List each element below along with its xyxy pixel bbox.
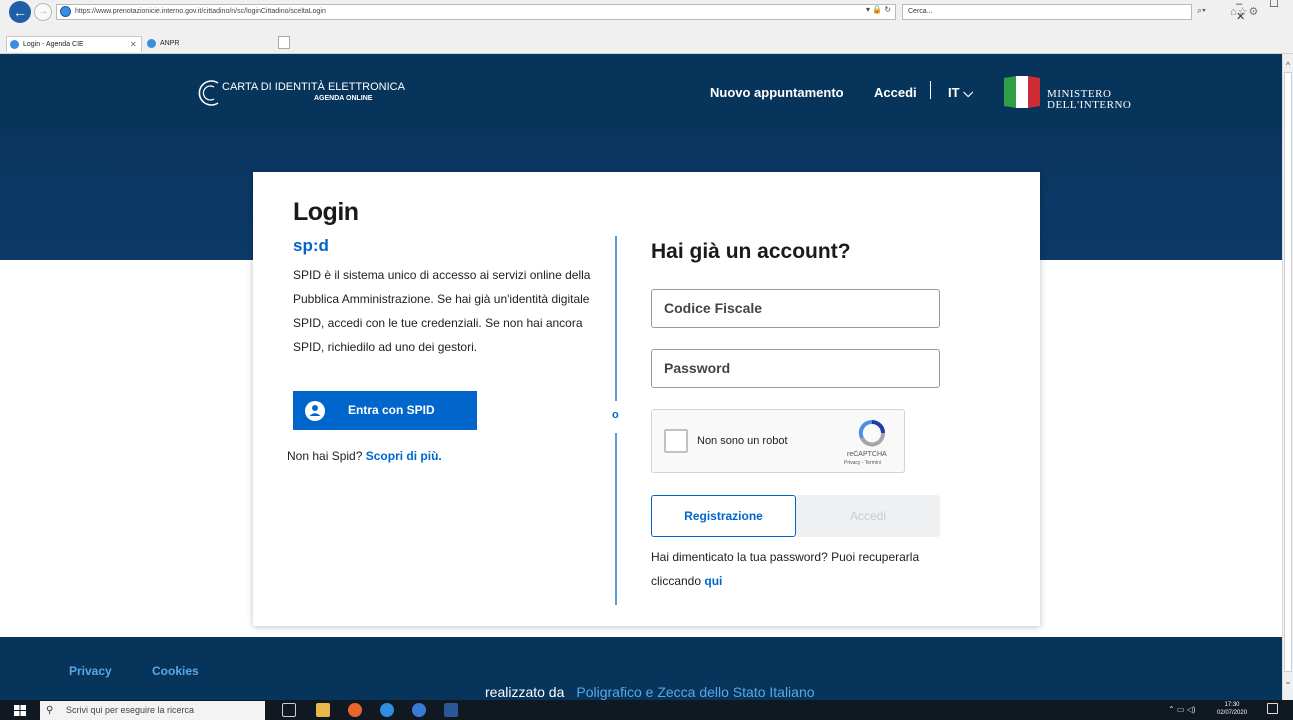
forgot-text: Hai dimenticato la tua password? Puoi re… bbox=[651, 550, 920, 588]
file-explorer-icon[interactable] bbox=[316, 703, 330, 717]
tab-label: Login - Agenda CIE bbox=[23, 41, 84, 48]
ie-icon bbox=[60, 6, 71, 17]
site-footer: Privacy Cookies realizzato da Poligrafico… bbox=[0, 637, 1282, 700]
language-label: IT bbox=[948, 85, 960, 100]
recaptcha-checkbox[interactable] bbox=[664, 429, 688, 453]
firefox-icon[interactable] bbox=[348, 703, 362, 717]
accedi-button[interactable]: Accedi bbox=[796, 495, 940, 537]
clock[interactable]: 17:30 02/07/2020 bbox=[1217, 701, 1247, 717]
cie-logo-icon[interactable] bbox=[192, 79, 224, 107]
system-tray-icons[interactable]: ⌃ ▭ ◁) bbox=[1168, 705, 1196, 714]
browser-search-input[interactable]: Cerca... bbox=[902, 4, 1192, 20]
made-by-text: realizzato da Poligrafico e Zecca dello S… bbox=[485, 684, 815, 700]
no-spid-text: Non hai Spid? Scopri di più. bbox=[287, 449, 442, 463]
ie-icon bbox=[10, 40, 19, 49]
page-title: Login bbox=[293, 198, 359, 226]
password-input[interactable]: Password bbox=[651, 349, 940, 388]
language-selector[interactable]: IT ⌵ bbox=[948, 85, 973, 101]
recover-password-link[interactable]: qui bbox=[704, 574, 722, 588]
taskbar-search-input[interactable]: ⚲ Scrivi qui per eseguire la ricerca bbox=[40, 701, 265, 720]
account-heading: Hai già un account? bbox=[651, 240, 851, 263]
chevron-down-icon: ⌵ bbox=[963, 85, 974, 100]
poligrafico-link[interactable]: Poligrafico e Zecca dello Stato Italiano bbox=[576, 684, 814, 700]
ie-icon bbox=[147, 39, 156, 48]
forgot-password-text: Hai dimenticato la tua password? Puoi re… bbox=[651, 545, 951, 593]
site-header: CARTA DI IDENTITÀ ELETTRONICA AGENDA ONL… bbox=[0, 54, 1282, 129]
clock-time: 17:30 bbox=[1224, 702, 1240, 708]
registrazione-button[interactable]: Registrazione bbox=[651, 495, 796, 537]
back-arrow-icon[interactable]: ← bbox=[9, 1, 31, 23]
new-tab-button[interactable] bbox=[278, 36, 290, 49]
privacy-link[interactable]: Privacy bbox=[69, 664, 112, 678]
spid-description: SPID è il sistema unico di accesso ai se… bbox=[293, 268, 591, 354]
nav-accedi[interactable]: Accedi bbox=[874, 85, 917, 100]
italian-flag-icon bbox=[1004, 76, 1040, 108]
entra-con-spid-button[interactable]: Entra con SPID bbox=[293, 391, 477, 430]
search-icon: ⚲ bbox=[46, 705, 54, 716]
tab-login-agenda[interactable]: Login - Agenda CIE ✕ bbox=[6, 36, 142, 52]
word-icon[interactable] bbox=[444, 703, 458, 717]
tab-anpr[interactable]: ANPR bbox=[144, 36, 274, 52]
nav-nuovo-appuntamento[interactable]: Nuovo appuntamento bbox=[710, 85, 844, 100]
recaptcha-brand: reCAPTCHA bbox=[847, 451, 887, 458]
task-view-icon[interactable] bbox=[282, 703, 296, 717]
tab-label: ANPR bbox=[160, 40, 180, 47]
ministero-line2: DELL'INTERNO bbox=[1047, 99, 1132, 111]
recaptcha-label: Non sono un robot bbox=[697, 435, 788, 447]
divider-label: o bbox=[612, 409, 619, 421]
scroll-down-icon[interactable]: ⌄ bbox=[1283, 676, 1293, 687]
nav-separator bbox=[930, 81, 931, 99]
spid-button-label: Entra con SPID bbox=[348, 403, 435, 417]
notification-icon[interactable] bbox=[1267, 703, 1278, 714]
search-dropdown-icon[interactable]: ⌕▾ bbox=[1197, 5, 1206, 16]
close-icon[interactable]: ✕ bbox=[130, 37, 137, 52]
taskbar-search-placeholder: Scrivi qui per eseguire la ricerca bbox=[66, 705, 195, 715]
no-spid-label: Non hai Spid? bbox=[287, 449, 363, 463]
user-icon bbox=[305, 401, 325, 421]
scroll-up-icon[interactable]: ^ bbox=[1283, 60, 1293, 70]
window-controls[interactable]: – ☐ ✕ bbox=[1236, 0, 1293, 23]
codice-fiscale-input[interactable]: Codice Fiscale bbox=[651, 289, 940, 328]
recaptcha-icon bbox=[858, 419, 885, 447]
address-bar[interactable]: https://www.prenotazionicie.interno.gov.… bbox=[56, 4, 896, 20]
vertical-divider bbox=[615, 433, 617, 605]
vertical-divider bbox=[615, 236, 617, 401]
lock-refresh-icon[interactable]: ▾ 🔒 ↻ bbox=[866, 5, 891, 14]
internet-explorer-icon[interactable] bbox=[380, 703, 394, 717]
page-scrollbar[interactable]: ^ ⌄ bbox=[1282, 54, 1293, 700]
clock-date: 02/07/2020 bbox=[1217, 710, 1248, 716]
scopri-di-piu-link[interactable]: Scopri di più. bbox=[366, 449, 442, 463]
windows-start-icon[interactable] bbox=[14, 705, 26, 716]
recaptcha-widget: Non sono un robot reCAPTCHA Privacy - Te… bbox=[651, 409, 905, 473]
store-icon[interactable] bbox=[412, 703, 426, 717]
spid-logo: sp:d bbox=[293, 236, 329, 255]
cookies-link[interactable]: Cookies bbox=[152, 664, 199, 678]
recaptcha-links[interactable]: Privacy - Termini bbox=[844, 460, 881, 466]
brand-title: CARTA DI IDENTITÀ ELETTRONICA bbox=[222, 81, 405, 93]
made-by-label: realizzato da bbox=[485, 684, 565, 700]
forward-arrow-icon[interactable]: → bbox=[34, 3, 52, 21]
ministero-logo: MINISTERO DELL'INTERNO bbox=[1047, 89, 1131, 111]
login-card: Login sp:d SPID è il sistema unico di ac… bbox=[253, 172, 1040, 626]
scroll-thumb[interactable] bbox=[1284, 72, 1292, 672]
brand-subtitle: AGENDA ONLINE bbox=[314, 95, 373, 102]
windows-taskbar: ⚲ Scrivi qui per eseguire la ricerca ⌃ ▭… bbox=[0, 700, 1293, 720]
browser-chrome: ← → https://www.prenotazionicie.interno.… bbox=[0, 0, 1293, 54]
